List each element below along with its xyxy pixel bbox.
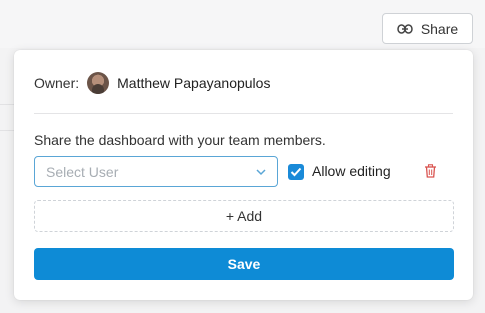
user-select[interactable]: Select User xyxy=(34,156,278,187)
share-instructions: Share the dashboard with your team membe… xyxy=(34,132,326,148)
add-user-button[interactable]: + Add xyxy=(34,200,454,232)
link-icon xyxy=(397,23,413,34)
allow-editing-label: Allow editing xyxy=(312,163,391,179)
chevron-down-icon xyxy=(256,169,266,176)
avatar xyxy=(87,72,110,94)
owner-label: Owner: xyxy=(34,75,80,91)
share-button-label: Share xyxy=(420,20,459,37)
trash-icon[interactable] xyxy=(424,164,437,178)
user-select-placeholder: Select User xyxy=(46,163,119,180)
save-button[interactable]: Save xyxy=(34,248,454,280)
divider xyxy=(34,113,453,114)
owner-row: Owner: Matthew Papayanopulos xyxy=(34,72,270,94)
allow-editing-checkbox[interactable] xyxy=(288,164,304,180)
owner-name: Matthew Papayanopulos xyxy=(117,75,271,91)
share-button[interactable]: Share xyxy=(382,13,473,44)
share-panel: Owner: Matthew Papayanopulos Share the d… xyxy=(14,50,473,300)
check-icon xyxy=(290,167,302,177)
